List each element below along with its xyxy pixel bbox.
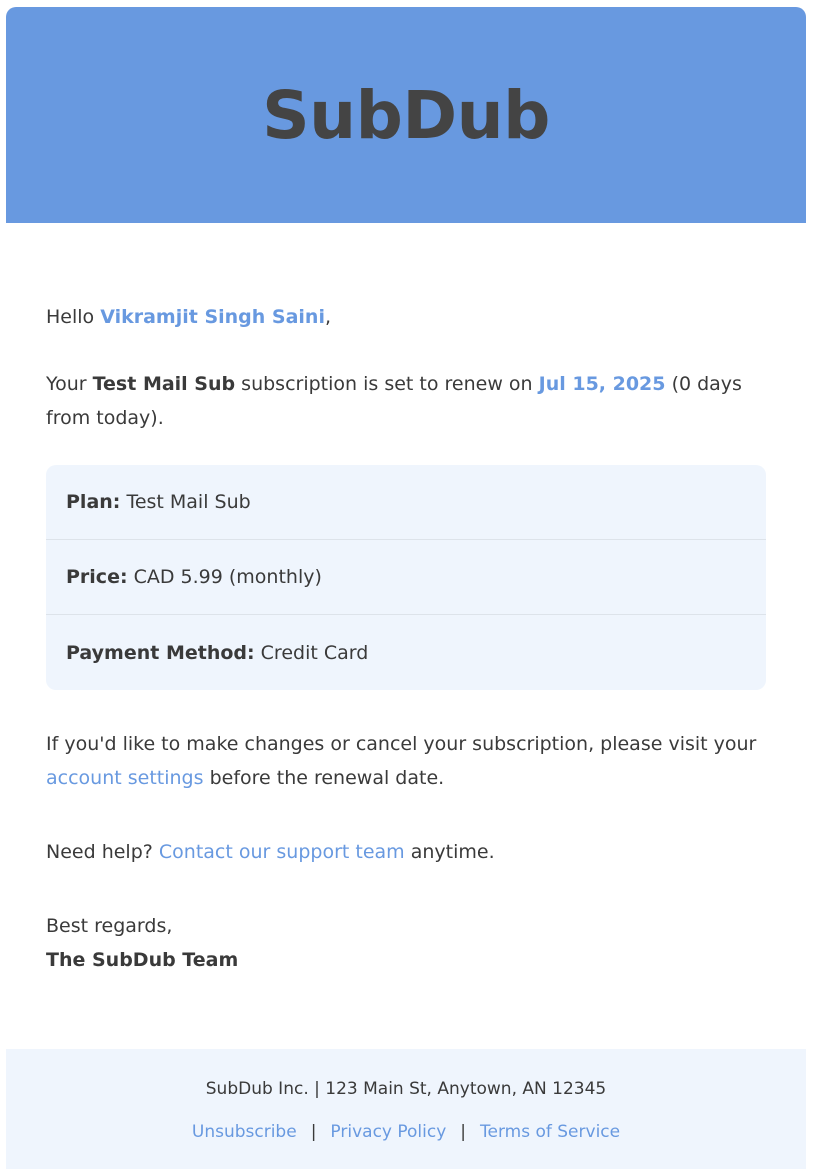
changes-notice: If you'd like to make changes or cancel …: [46, 727, 766, 795]
brand-title: SubDub: [262, 76, 550, 154]
recipient-name: Vikramjit Singh Saini: [100, 306, 325, 328]
detail-value: Credit Card: [260, 641, 369, 664]
contact-support-link[interactable]: Contact our support team: [159, 841, 405, 863]
detail-row-payment-method: Payment Method: Credit Card: [46, 615, 766, 690]
email-footer: SubDub Inc. | 123 Main St, Anytown, AN 1…: [6, 1049, 806, 1169]
subscription-name: Test Mail Sub: [92, 373, 236, 395]
privacy-policy-link[interactable]: Privacy Policy: [330, 1122, 446, 1142]
greeting: Hello Vikramjit Singh Saini,: [46, 300, 331, 334]
help-notice: Need help? Contact our support team anyt…: [46, 835, 495, 869]
renewal-notice: Your Test Mail Sub subscription is set t…: [46, 367, 756, 435]
greeting-suffix: ,: [324, 306, 332, 328]
help-prefix: Need help?: [46, 841, 153, 863]
changes-suffix: before the renewal date.: [209, 767, 445, 789]
renewal-middle: subscription is set to renew on: [241, 373, 533, 395]
footer-links: Unsubscribe | Privacy Policy | Terms of Serv…: [6, 1122, 806, 1142]
subscription-details: Plan: Test Mail Sub Price: CAD 5.99 (mon…: [46, 465, 766, 690]
footer-separator: |: [310, 1122, 317, 1142]
renewal-date: Jul 15, 2025: [538, 373, 666, 395]
email-header: SubDub: [6, 7, 806, 223]
unsubscribe-link[interactable]: Unsubscribe: [192, 1122, 297, 1142]
team-signature: The SubDub Team: [46, 949, 239, 971]
regards-text: Best regards,: [46, 915, 173, 937]
detail-row-price: Price: CAD 5.99 (monthly): [46, 540, 766, 615]
detail-label: Price:: [66, 566, 128, 588]
footer-separator: |: [460, 1122, 467, 1142]
signoff: Best regards, The SubDub Team: [46, 909, 238, 977]
help-suffix: anytime.: [410, 841, 495, 863]
changes-prefix: If you'd like to make changes or cancel …: [46, 733, 757, 755]
email-container: SubDub Hello Vikramjit Singh Saini, Your…: [6, 7, 806, 1169]
detail-value: CAD 5.99 (monthly): [133, 566, 322, 588]
detail-value: Test Mail Sub: [126, 491, 251, 513]
greeting-prefix: Hello: [46, 306, 95, 328]
renewal-prefix: Your: [46, 373, 87, 395]
terms-of-service-link[interactable]: Terms of Service: [480, 1122, 620, 1142]
account-settings-link[interactable]: account settings: [46, 767, 204, 789]
detail-label: Payment Method:: [66, 641, 255, 664]
company-address: SubDub Inc. | 123 Main St, Anytown, AN 1…: [205, 1079, 607, 1099]
detail-row-plan: Plan: Test Mail Sub: [46, 465, 766, 540]
detail-label: Plan:: [66, 491, 121, 513]
